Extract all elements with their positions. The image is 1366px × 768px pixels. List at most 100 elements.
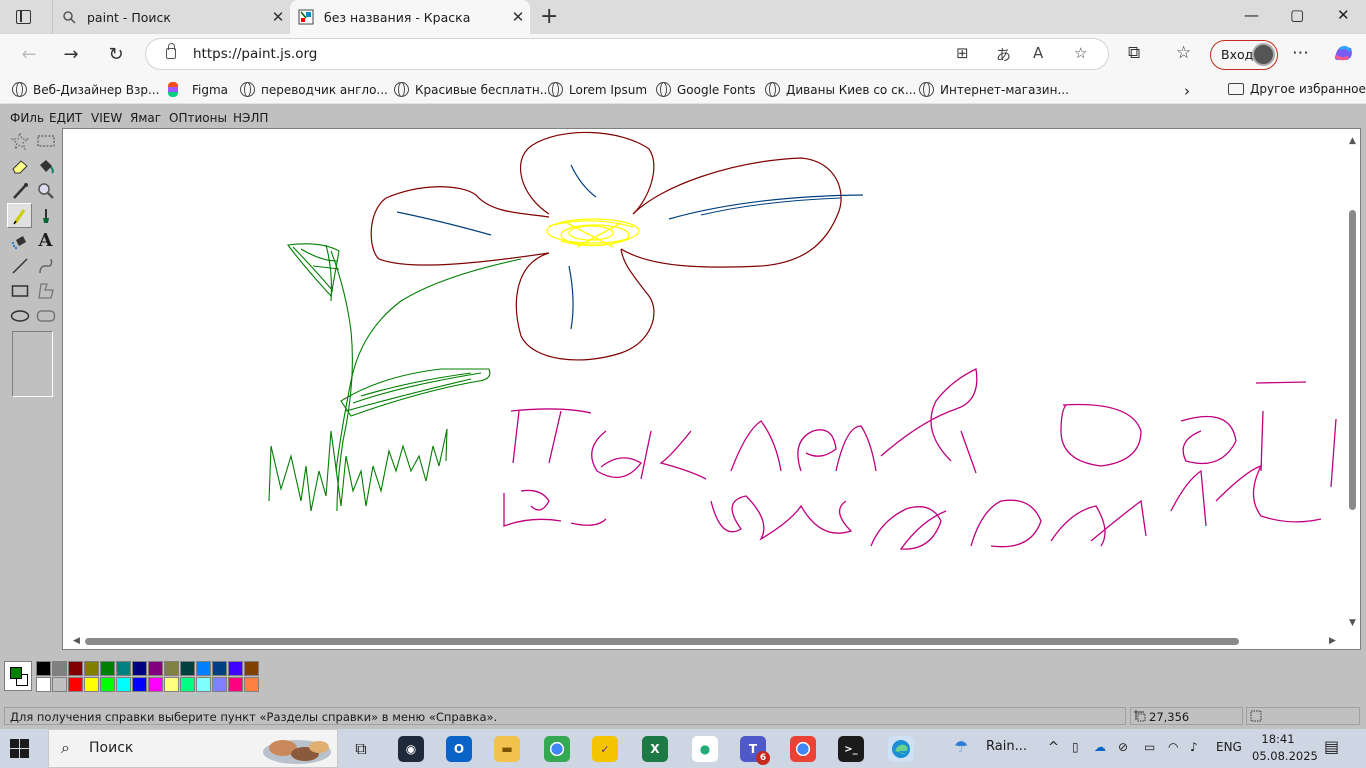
palette-swatch[interactable] — [228, 661, 243, 676]
scroll-left-arrow-icon[interactable]: ◀ — [73, 636, 80, 646]
onedrive-cloud-icon[interactable]: ☁ — [1094, 740, 1106, 754]
taskbar-clock[interactable]: 18:41 05.08.2025 — [1252, 731, 1318, 765]
extensions-icon[interactable]: ⧉ — [1128, 43, 1140, 63]
lock-icon[interactable] — [166, 43, 176, 59]
terminal-icon[interactable]: >_ — [838, 736, 864, 762]
favorites-icon[interactable]: ☆ — [1176, 43, 1191, 63]
palette-swatch[interactable] — [212, 677, 227, 692]
curve-tool[interactable] — [33, 253, 58, 278]
menu-view[interactable]: VIEW — [91, 111, 122, 125]
favorite-star-icon[interactable]: ☆ — [1074, 44, 1087, 62]
close-tab-icon[interactable]: ✕ — [506, 8, 530, 26]
eraser-tool[interactable] — [7, 153, 32, 178]
palette-swatch[interactable] — [52, 677, 67, 692]
bookmark-item[interactable]: Веб-Дизайнер Взр... — [12, 82, 159, 97]
menu-file[interactable]: ФИль — [10, 111, 44, 125]
device-icon[interactable]: ▯ — [1072, 740, 1079, 754]
login-button[interactable]: Вход — [1210, 40, 1278, 70]
palette-swatch[interactable] — [180, 661, 195, 676]
language-indicator[interactable]: ENG — [1216, 740, 1242, 754]
app-icon[interactable]: ✓ — [592, 736, 618, 762]
refresh-button[interactable]: ↻ — [103, 42, 129, 68]
window-close-button[interactable]: ✕ — [1337, 6, 1350, 24]
palette-swatch[interactable] — [100, 661, 115, 676]
magnifier-tool[interactable] — [33, 178, 58, 203]
palette-swatch[interactable] — [228, 677, 243, 692]
primary-color-swatch[interactable] — [10, 667, 22, 679]
bookmarks-overflow-chevron-icon[interactable]: › — [1184, 82, 1190, 100]
scroll-right-arrow-icon[interactable]: ▶ — [1329, 636, 1336, 646]
palette-swatch[interactable] — [84, 661, 99, 676]
scroll-up-arrow-icon[interactable]: ▲ — [1349, 136, 1356, 146]
airbrush-tool[interactable] — [7, 228, 32, 253]
taskbar-search-box[interactable]: ⌕ Поиск — [48, 729, 338, 768]
tab-paint[interactable]: без названия - Краска ✕ — [290, 0, 530, 34]
palette-swatch[interactable] — [100, 677, 115, 692]
palette-swatch[interactable] — [164, 661, 179, 676]
new-tab-button[interactable]: + — [540, 4, 558, 29]
read-aloud-icon[interactable]: A — [1033, 44, 1043, 62]
more-menu-icon[interactable]: ⋯ — [1292, 43, 1309, 63]
other-bookmarks[interactable]: Другое избранное — [1228, 82, 1366, 96]
palette-swatch[interactable] — [244, 677, 259, 692]
wifi-icon[interactable]: ◠ — [1168, 740, 1178, 754]
bookmark-item[interactable]: Интернет-магазин... — [919, 82, 1069, 97]
address-bar[interactable]: https://paint.js.org ⊞ あ A ☆ — [145, 38, 1109, 70]
menu-edit[interactable]: ЕДИТ — [49, 111, 82, 125]
polygon-tool[interactable] — [33, 278, 58, 303]
fill-tool[interactable] — [33, 153, 58, 178]
bookmark-item[interactable]: Красивые бесплатн... — [394, 82, 551, 97]
outlook-icon[interactable]: O — [446, 736, 472, 762]
teams-icon[interactable]: T 6 — [740, 736, 770, 765]
tab-actions-icon[interactable] — [16, 10, 31, 24]
file-explorer-icon[interactable]: ▬ — [494, 736, 520, 762]
back-button[interactable]: ← — [16, 42, 42, 68]
palette-swatch[interactable] — [132, 661, 147, 676]
weather-text[interactable]: Rain... — [986, 739, 1027, 754]
palette-swatch[interactable] — [196, 677, 211, 692]
bookmark-item[interactable]: Диваны Киев со ск... — [765, 82, 916, 97]
palette-swatch[interactable] — [212, 661, 227, 676]
palette-swatch[interactable] — [148, 661, 163, 676]
palette-swatch[interactable] — [52, 661, 67, 676]
palette-swatch[interactable] — [132, 677, 147, 692]
windows-start-icon[interactable] — [10, 739, 30, 759]
minimize-button[interactable]: — — [1244, 6, 1259, 24]
cloud-sync-off-icon[interactable]: ⊘ — [1118, 740, 1128, 754]
brush-tool[interactable] — [33, 203, 58, 228]
pencil-tool[interactable] — [7, 203, 32, 228]
ellipse-tool[interactable] — [7, 303, 32, 328]
palette-swatch[interactable] — [196, 661, 211, 676]
menu-options[interactable]: ОПтионы — [169, 111, 227, 125]
horizontal-scrollbar[interactable]: ◀ ▶ — [65, 634, 1345, 648]
task-view-icon[interactable]: ⧉ — [348, 736, 374, 762]
palette-swatch[interactable] — [68, 661, 83, 676]
horizontal-scroll-thumb[interactable] — [85, 638, 1239, 645]
show-hidden-icons-chevron-icon[interactable]: ^ — [1048, 740, 1059, 755]
current-colors[interactable] — [4, 661, 32, 691]
palette-swatch[interactable] — [116, 677, 131, 692]
vertical-scrollbar[interactable]: ▲ ▼ — [1346, 134, 1360, 630]
bookmark-item[interactable]: переводчик англо... — [240, 82, 388, 97]
rectangle-tool[interactable] — [7, 278, 32, 303]
palette-swatch[interactable] — [164, 677, 179, 692]
palette-swatch[interactable] — [36, 677, 51, 692]
close-tab-icon[interactable]: ✕ — [266, 8, 290, 26]
translate-icon[interactable]: あ — [996, 44, 1011, 65]
excel-icon[interactable]: X — [642, 736, 668, 762]
copilot-icon[interactable] — [1332, 43, 1354, 68]
free-select-tool[interactable] — [7, 128, 32, 153]
palette-swatch[interactable] — [36, 661, 51, 676]
rounded-rectangle-tool[interactable] — [33, 303, 58, 328]
chrome-icon[interactable] — [544, 736, 570, 762]
tool-options-box[interactable] — [12, 331, 53, 397]
rect-select-tool[interactable] — [33, 128, 58, 153]
color-picker-tool[interactable] — [7, 178, 32, 203]
drawing-canvas[interactable] — [62, 128, 1361, 650]
weather-rain-icon[interactable]: ☂ — [954, 737, 968, 756]
chrome-profile-icon[interactable] — [790, 736, 816, 762]
bookmark-item[interactable]: Figma — [168, 82, 228, 97]
bookmark-item[interactable]: Google Fonts — [656, 82, 756, 97]
palette-swatch[interactable] — [244, 661, 259, 676]
line-tool[interactable] — [7, 253, 32, 278]
